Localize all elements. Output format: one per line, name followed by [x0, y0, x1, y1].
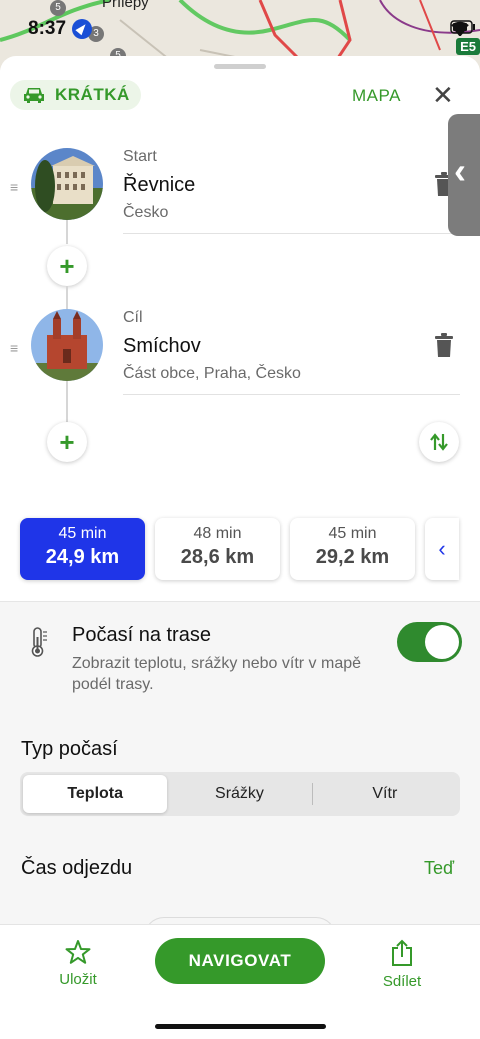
sheet-grabber[interactable] — [214, 64, 266, 69]
waypoint-destination[interactable]: ≡ Cíl Smíchov Část obce, Praha, Česko — [0, 309, 480, 409]
weather-type-segmented: Teplota Srážky Vítr — [20, 772, 460, 816]
waypoint-subtitle: Česko — [123, 204, 169, 221]
waypoint-start[interactable]: ≡ Start Řevnice Česko — [0, 148, 480, 248]
trash-icon[interactable] — [433, 333, 455, 357]
bottom-action-bar: Uložit NAVIGOVAT Sdílet — [0, 924, 480, 1039]
side-panel-handle[interactable]: ‹ — [448, 114, 480, 236]
save-button[interactable]: Uložit — [48, 939, 108, 988]
swap-icon — [430, 433, 448, 451]
divider — [123, 233, 460, 234]
weather-type-label: Typ počasí — [21, 738, 118, 760]
waypoint-type: Start — [123, 148, 157, 165]
home-indicator — [155, 1024, 326, 1029]
weather-toggle[interactable] — [397, 622, 462, 662]
more-routes-button[interactable]: ‹ — [425, 518, 459, 580]
route-options: 45 min 24,9 km 48 min 28,6 km 45 min 29,… — [20, 518, 459, 580]
navigate-button[interactable]: NAVIGOVAT — [155, 938, 325, 984]
add-waypoint-button[interactable]: + — [47, 422, 87, 462]
add-waypoint-button[interactable]: + — [47, 246, 87, 286]
thermometer-icon — [31, 627, 47, 657]
status-time: 8:37 — [28, 18, 67, 39]
save-label: Uložit — [59, 971, 97, 988]
weather-description: Zobrazit teplotu, srážky nebo vítr v map… — [72, 655, 362, 693]
chevron-left-icon: ‹ — [454, 150, 466, 191]
start-place-photo — [31, 148, 103, 220]
car-icon — [24, 88, 44, 103]
destination-place-photo — [31, 309, 103, 381]
segment-precipitation[interactable]: Srážky — [167, 775, 311, 813]
waypoint-name[interactable]: Řevnice — [123, 174, 195, 197]
route-option[interactable]: 45 min 29,2 km — [290, 518, 415, 580]
map-link[interactable]: MAPA — [352, 86, 401, 106]
divider — [0, 601, 480, 602]
share-label: Sdílet — [382, 973, 422, 990]
route-option[interactable]: 48 min 28,6 km — [155, 518, 280, 580]
drag-handle-icon[interactable]: ≡ — [10, 341, 18, 355]
segment-temperature[interactable]: Teplota — [23, 775, 168, 813]
map-place-label: Přílepy — [102, 0, 149, 11]
route-option[interactable]: 45 min 24,9 km — [20, 518, 145, 580]
waypoint-name[interactable]: Smíchov — [123, 335, 201, 358]
swap-waypoints-button[interactable] — [419, 422, 459, 462]
route-distance: 24,9 km — [45, 546, 120, 568]
close-icon[interactable]: ✕ — [432, 80, 454, 111]
battery-icon — [450, 20, 475, 34]
route-planner-sheet: ‹ KRÁTKÁ MAPA ✕ ≡ Start Řevnice Česko + … — [0, 56, 480, 1039]
route-connector — [66, 220, 68, 244]
departure-value[interactable]: Teď — [424, 858, 454, 879]
road-number: 5 — [50, 0, 66, 16]
weather-title: Počasí na trase — [72, 624, 211, 646]
location-arrow-icon — [72, 19, 92, 39]
route-mode-label: KRÁTKÁ — [55, 85, 130, 104]
segment-wind[interactable]: Vítr — [313, 775, 457, 813]
chevron-left-icon: ‹ — [438, 536, 446, 561]
route-mode-chip[interactable]: KRÁTKÁ — [10, 80, 141, 110]
waypoint-subtitle: Část obce, Praha, Česko — [123, 365, 301, 382]
departure-label: Čas odjezdu — [21, 857, 133, 879]
route-time: 45 min — [58, 525, 107, 542]
route-distance: 29,2 km — [315, 546, 390, 568]
road-shield: E5 — [456, 38, 480, 55]
route-time: 45 min — [328, 525, 377, 542]
waypoint-type: Cíl — [123, 309, 143, 326]
route-distance: 28,6 km — [180, 546, 255, 568]
route-time: 48 min — [193, 525, 242, 542]
toggle-knob — [425, 625, 459, 659]
route-connector — [66, 286, 68, 310]
share-icon — [392, 939, 412, 966]
star-icon — [65, 940, 91, 964]
route-connector — [66, 381, 68, 423]
share-button[interactable]: Sdílet — [372, 939, 432, 990]
drag-handle-icon[interactable]: ≡ — [10, 180, 18, 194]
divider — [123, 394, 460, 395]
